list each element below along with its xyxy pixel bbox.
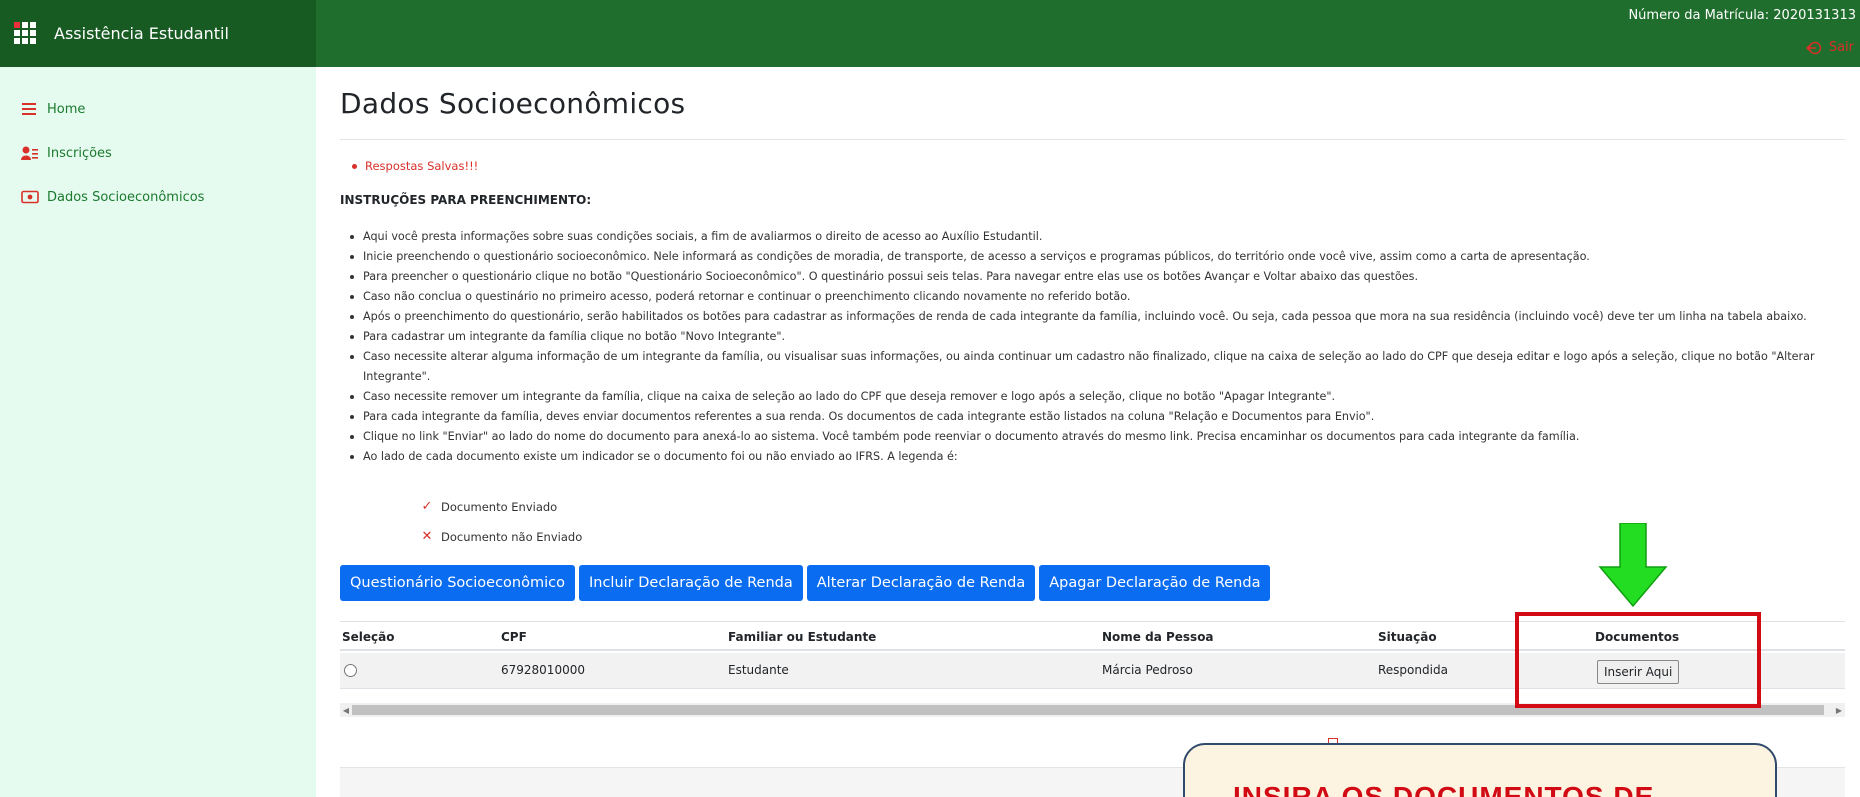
saved-message-text: Respostas Salvas!!! — [365, 159, 479, 173]
user-list-icon — [21, 146, 38, 160]
scroll-left-icon[interactable]: ◀ — [340, 703, 352, 717]
logout-label: Sair — [1828, 40, 1854, 55]
incluir-declaracao-button[interactable]: Incluir Declaração de Renda — [578, 565, 803, 601]
list-item: Após o preenchimento do questionário, se… — [340, 307, 1840, 327]
sidebar-item-label: Home — [47, 101, 86, 117]
list-item: Inicie preenchendo o questionário socioe… — [340, 247, 1840, 267]
legend-sent: ✓ Documento Enviado — [420, 499, 558, 514]
row-select-radio[interactable] — [344, 664, 357, 677]
logout-icon — [1805, 41, 1822, 54]
list-item: Clique no link "Enviar" ao lado do nome … — [340, 427, 1840, 447]
logout-link[interactable]: Sair — [1805, 40, 1854, 55]
instructions-heading: INSTRUÇÕES PARA PREENCHIMENTO: — [340, 193, 592, 207]
green-arrow-icon — [1598, 523, 1668, 608]
page-title: Dados Socioeconômicos — [340, 87, 686, 120]
list-item: Ao lado de cada documento existe um indi… — [340, 447, 1840, 467]
annotation-callout: INSIRA OS DOCUMENTOS DE — [1183, 743, 1777, 797]
legend-not-sent: ✕ Documento não Enviado — [420, 529, 583, 544]
callout-text: INSIRA OS DOCUMENTOS DE — [1233, 781, 1655, 797]
sidebar-item-label: Inscrições — [47, 145, 112, 161]
instructions-list: Aqui você presta informações sobre suas … — [340, 227, 1840, 467]
matricula-number: Número da Matrícula: 2020131313 — [1628, 8, 1856, 23]
questionario-button[interactable]: Questionário Socioeconômico — [340, 565, 575, 601]
list-item: Caso necessite remover um integrante da … — [340, 387, 1840, 407]
col-familiar: Familiar ou Estudante — [728, 630, 877, 644]
sidebar-item-label: Dados Socioeconômicos — [47, 189, 205, 205]
cell-cpf: 67928010000 — [501, 663, 585, 677]
sidebar-item-dados-socioeconomicos[interactable]: Dados Socioeconômicos — [21, 186, 204, 208]
legend-label: Documento não Enviado — [441, 529, 583, 544]
sidebar: Home Inscrições Dados Socioeconômicos — [0, 67, 316, 797]
scroll-right-icon[interactable]: ▶ — [1833, 703, 1845, 717]
col-situacao: Situação — [1378, 630, 1437, 644]
cell-nome: Márcia Pedroso — [1102, 663, 1193, 677]
list-item: Caso não conclua o questinário no primei… — [340, 287, 1840, 307]
col-selecao: Seleção — [342, 630, 395, 644]
brand[interactable]: Assistência Estudantil — [0, 0, 316, 67]
alterar-declaracao-button[interactable]: Alterar Declaração de Renda — [806, 565, 1036, 601]
x-mark-icon: ✕ — [421, 529, 433, 544]
id-card-icon — [21, 190, 39, 204]
list-item: Caso necessite alterar alguma informação… — [340, 347, 1840, 387]
cell-tipo: Estudante — [728, 663, 789, 677]
apagar-declaracao-button[interactable]: Apagar Declaração de Renda — [1039, 565, 1271, 601]
saved-message: Respostas Salvas!!! — [340, 159, 478, 173]
col-nome: Nome da Pessoa — [1102, 630, 1214, 644]
col-cpf: CPF — [501, 630, 527, 644]
sidebar-item-inscricoes[interactable]: Inscrições — [21, 142, 112, 164]
list-icon — [22, 103, 36, 115]
check-icon: ✓ — [421, 499, 433, 514]
action-buttons: Questionário Socioeconômico Incluir Decl… — [340, 565, 1271, 601]
list-item: Para cadastrar um integrante da família … — [340, 327, 1840, 347]
title-divider — [340, 139, 1845, 140]
documents-highlight-box — [1515, 612, 1761, 708]
app-title: Assistência Estudantil — [54, 24, 229, 43]
list-item: Para preencher o questionário clique no … — [340, 267, 1840, 287]
ifrs-logo-icon — [14, 21, 38, 46]
list-item: Aqui você presta informações sobre suas … — [340, 227, 1840, 247]
list-item: Para cada integrante da família, deves e… — [340, 407, 1840, 427]
sidebar-item-home[interactable]: Home — [21, 98, 85, 120]
top-navbar: Assistência Estudantil Número da Matrícu… — [0, 0, 1860, 67]
legend-label: Documento Enviado — [441, 499, 558, 514]
cell-situacao: Respondida — [1378, 663, 1448, 677]
